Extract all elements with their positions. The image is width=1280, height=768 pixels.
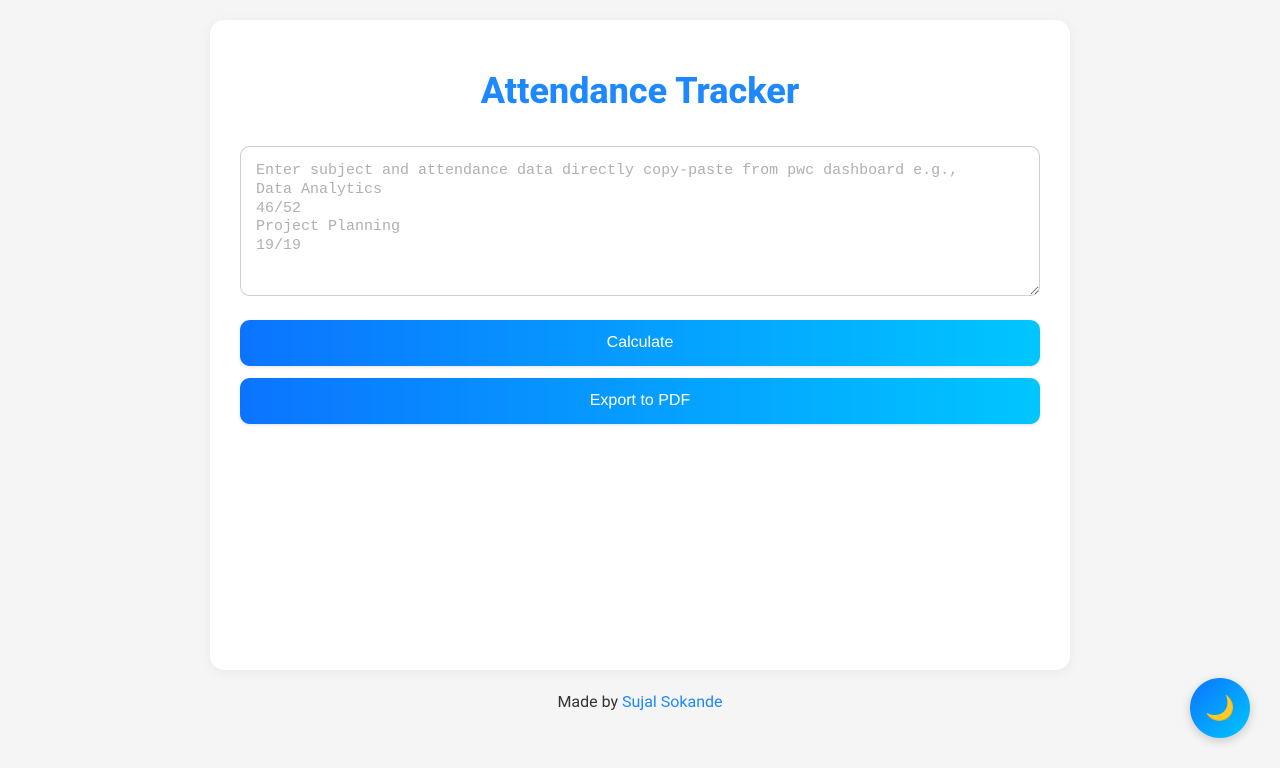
calculate-button[interactable]: Calculate bbox=[240, 320, 1040, 366]
moon-icon: 🌙 bbox=[1205, 694, 1235, 723]
author-link[interactable]: Sujal Sokande bbox=[622, 692, 723, 711]
footer: Made by Sujal Sokande bbox=[0, 692, 1280, 711]
theme-toggle-button[interactable]: 🌙 bbox=[1190, 678, 1250, 738]
footer-prefix: Made by bbox=[557, 692, 622, 711]
page-title: Attendance Tracker bbox=[240, 70, 1040, 112]
export-pdf-button[interactable]: Export to PDF bbox=[240, 378, 1040, 424]
attendance-input[interactable] bbox=[240, 146, 1040, 296]
main-container: Attendance Tracker Calculate Export to P… bbox=[210, 20, 1070, 670]
